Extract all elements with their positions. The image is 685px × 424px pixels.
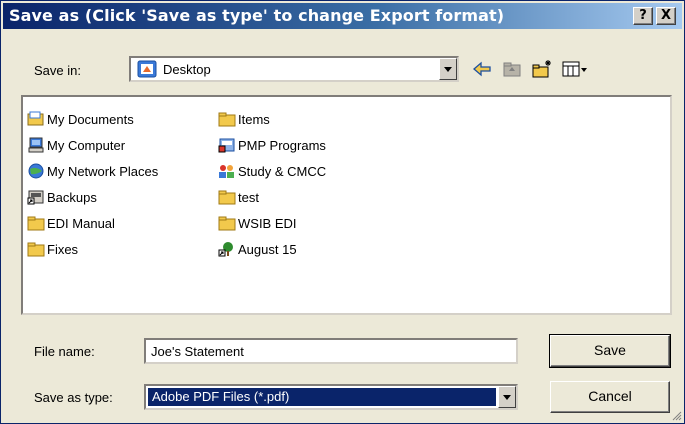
shared-users-icon: [219, 165, 234, 178]
save-in-value: Desktop: [163, 62, 211, 77]
list-item[interactable]: Items: [218, 109, 270, 129]
list-item[interactable]: Fixes: [27, 239, 78, 259]
resize-grip-icon[interactable]: [670, 409, 682, 421]
close-button[interactable]: X: [656, 7, 676, 25]
title-bar: Save as (Click 'Save as type' to change …: [3, 3, 682, 29]
folder-icon: [218, 190, 236, 205]
list-item[interactable]: Backups: [27, 187, 97, 207]
folder-icon: [27, 216, 45, 231]
shortcut-icon: [27, 190, 44, 205]
file-list[interactable]: My Documents My Computer My Network Plac…: [21, 95, 672, 315]
network-places-icon: [28, 163, 44, 179]
save-as-type-value: Adobe PDF Files (*.pdf): [148, 388, 496, 406]
list-item[interactable]: test: [218, 187, 259, 207]
list-item-label: My Network Places: [47, 163, 159, 179]
help-button[interactable]: ?: [633, 7, 653, 25]
window-title: Save as (Click 'Save as type' to change …: [9, 6, 505, 25]
folder-icon: [218, 112, 236, 127]
list-item-label: PMP Programs: [238, 137, 326, 153]
save-as-dialog: Save as (Click 'Save as type' to change …: [0, 0, 685, 424]
save-button[interactable]: Save: [549, 334, 671, 368]
list-item[interactable]: PMP Programs: [218, 135, 326, 155]
save-in-label: Save in:: [34, 63, 81, 78]
list-item-label: Items: [238, 111, 270, 127]
folder-icon: [27, 242, 45, 257]
save-as-type-dropdown[interactable]: Adobe PDF Files (*.pdf): [144, 384, 518, 410]
list-item-label: Study & CMCC: [238, 163, 327, 179]
list-item[interactable]: Study & CMCC: [218, 161, 326, 181]
list-item-label: August 15: [238, 241, 297, 257]
list-item[interactable]: WSIB EDI: [218, 213, 297, 233]
view-menu-icon[interactable]: [561, 58, 589, 80]
back-arrow-icon[interactable]: [471, 58, 493, 80]
file-name-label: File name:: [34, 344, 95, 359]
up-folder-icon: [503, 62, 521, 77]
list-item[interactable]: My Documents: [27, 109, 134, 129]
list-item[interactable]: EDI Manual: [27, 213, 115, 233]
folder-icon: [218, 216, 236, 231]
list-item[interactable]: My Network Places: [27, 161, 158, 181]
list-item-label: My Documents: [47, 111, 134, 127]
chevron-down-icon[interactable]: [498, 386, 516, 408]
list-item-label: EDI Manual: [47, 215, 115, 231]
my-documents-icon: [27, 111, 44, 126]
chevron-down-icon[interactable]: [439, 58, 457, 80]
new-folder-icon[interactable]: [531, 58, 553, 80]
desktop-icon: [137, 60, 157, 78]
save-as-type-label: Save as type:: [34, 390, 113, 405]
cancel-button[interactable]: Cancel: [550, 381, 670, 413]
list-item-label: My Computer: [47, 137, 126, 153]
program-shortcut-icon: [218, 138, 235, 153]
list-item-label: test: [238, 189, 259, 205]
list-item[interactable]: August 15: [218, 239, 297, 259]
save-in-dropdown[interactable]: Desktop: [129, 56, 459, 82]
tree-shortcut-icon: [218, 242, 233, 257]
list-item-label: Fixes: [47, 241, 79, 257]
list-item-label: Backups: [47, 189, 97, 205]
file-name-input[interactable]: [144, 338, 518, 364]
list-item-label: WSIB EDI: [238, 215, 297, 231]
list-item[interactable]: My Computer: [27, 135, 125, 155]
my-computer-icon: [28, 137, 44, 153]
